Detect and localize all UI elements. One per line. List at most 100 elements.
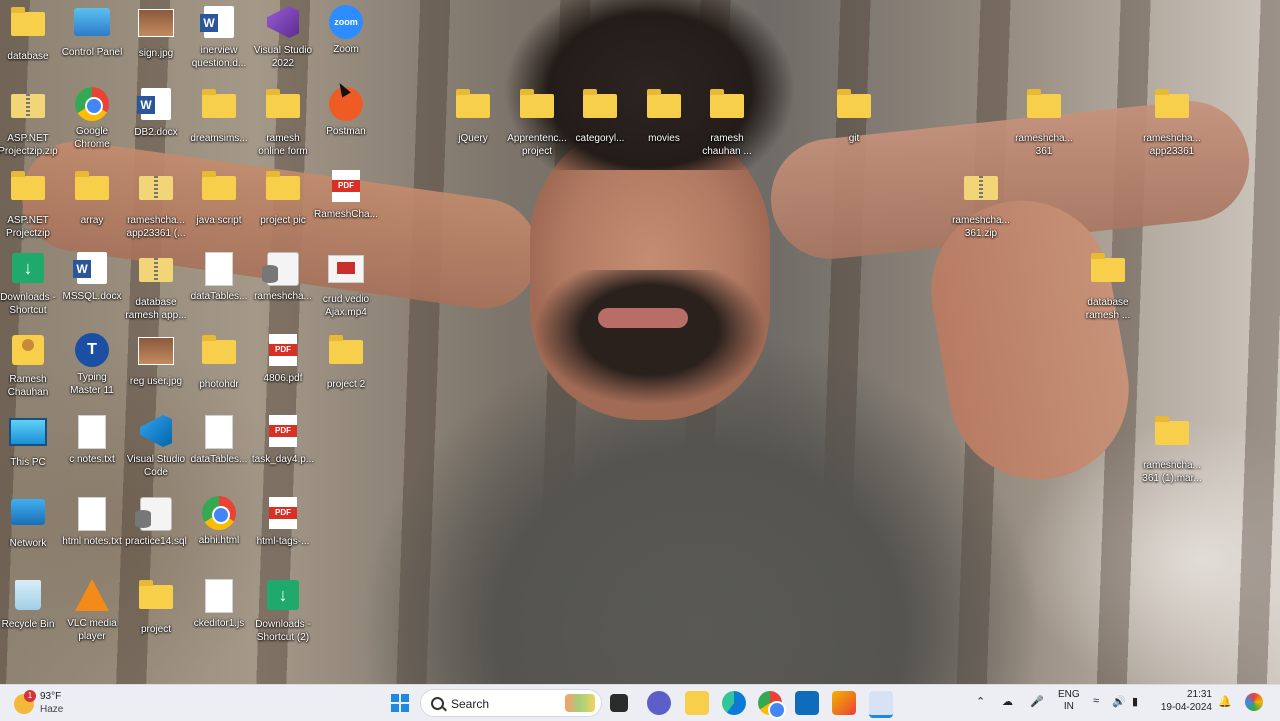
- desktop-icon[interactable]: Visual Studio 2022: [251, 4, 315, 70]
- copilot-icon[interactable]: [1245, 693, 1263, 711]
- desktop-icon-glyph: [199, 415, 239, 451]
- chrome-taskbar-icon[interactable]: [758, 691, 786, 719]
- desktop-icon[interactable]: Visual Studio Code: [124, 413, 188, 479]
- desktop-icon-glyph: [199, 6, 239, 42]
- desktop-icon[interactable]: database ramesh app...: [124, 250, 188, 322]
- desktop-icon-label: Apprentenc... project: [507, 133, 567, 157]
- desktop-icon[interactable]: jQuery: [441, 86, 505, 145]
- desktop-icon[interactable]: ↓ Downloads - Shortcut: [0, 250, 60, 317]
- desktop-icon[interactable]: dreamsims...: [187, 86, 251, 145]
- desktop-icon[interactable]: MSSQL.docx: [60, 250, 124, 303]
- desktop-icon[interactable]: zoom Zoom: [314, 4, 378, 56]
- weather-widget[interactable]: 1 93°F Haze: [10, 688, 100, 718]
- file-explorer-icon[interactable]: [685, 691, 709, 715]
- desktop-icon[interactable]: project: [124, 577, 188, 636]
- desktop-icon[interactable]: dataTables...: [187, 250, 251, 303]
- desktop-icon[interactable]: photohdr: [187, 332, 251, 391]
- desktop-icon[interactable]: Ramesh Chauhan: [0, 332, 60, 399]
- desktop-icon[interactable]: dataTables...: [187, 413, 251, 466]
- desktop-icon[interactable]: java script: [187, 168, 251, 227]
- clock-date: 19-04-2024: [1160, 702, 1212, 713]
- desktop-icon-label: DB2.docx: [134, 127, 178, 138]
- edge-icon[interactable]: [722, 691, 746, 715]
- desktop-icon[interactable]: ramesh chauhan ...: [695, 86, 759, 158]
- desktop-icon[interactable]: categoryl...: [568, 86, 632, 145]
- word-document-icon: [137, 88, 171, 120]
- system-clock[interactable]: 21:31 19-04-2024: [1161, 688, 1212, 714]
- desktop-icon[interactable]: reg user.jpg: [124, 332, 188, 388]
- desktop-icon[interactable]: c notes.txt: [60, 413, 124, 466]
- desktop-icon[interactable]: ↓ Downloads - Shortcut (2): [251, 577, 315, 644]
- desktop-icon[interactable]: rameshcha... app23361: [1140, 86, 1204, 158]
- desktop-icon[interactable]: project pic: [251, 168, 315, 227]
- desktop-icon[interactable]: rameshcha... 361.zip: [949, 168, 1013, 240]
- desktop-icon[interactable]: Network: [0, 495, 60, 550]
- desktop-icon[interactable]: ASP.NET Projectzip.zip: [0, 86, 60, 158]
- desktop-icon[interactable]: This PC: [0, 413, 60, 469]
- desktop-icon-glyph: [517, 89, 557, 130]
- desktop-icon[interactable]: rameshcha... app23361 (...: [124, 168, 188, 240]
- paint-icon[interactable]: [832, 691, 856, 715]
- desktop-icon[interactable]: DB2.docx: [124, 86, 188, 139]
- task-view-icon[interactable]: [610, 694, 628, 712]
- desktop-icon[interactable]: database: [0, 4, 60, 63]
- desktop-icon[interactable]: rameshcha...: [251, 250, 315, 303]
- network-icon: [11, 499, 45, 525]
- battery-icon[interactable]: ▮: [1132, 695, 1138, 708]
- chat-icon[interactable]: [647, 691, 671, 715]
- desktop-icon[interactable]: task_day4.p...: [251, 413, 315, 466]
- desktop-icon-glyph: [834, 89, 874, 130]
- snipping-tool-icon[interactable]: [869, 691, 893, 718]
- desktop-icon[interactable]: Control Panel: [60, 4, 124, 59]
- chevron-up-icon[interactable]: ⌃: [976, 695, 985, 708]
- desktop-icon[interactable]: rameshcha... 361: [1012, 86, 1076, 158]
- folder-icon: [11, 7, 45, 36]
- user-folder-icon: [12, 335, 44, 365]
- desktop-icon[interactable]: movies: [632, 86, 696, 145]
- desktop-icon[interactable]: inerview question.d...: [187, 4, 251, 70]
- desktop-icon[interactable]: sign.jpg: [124, 4, 188, 60]
- windows-logo-icon: [401, 694, 409, 702]
- desktop-icon-label: rameshcha... app23361 (...: [126, 215, 186, 239]
- onedrive-icon[interactable]: ☁: [1002, 695, 1013, 708]
- desktop-icon[interactable]: 4806.pdf: [251, 332, 315, 385]
- desktop-icon-label: Control Panel: [61, 47, 123, 58]
- desktop-icon[interactable]: rameshcha... 361 (1).mar...: [1140, 413, 1204, 485]
- image-file-icon: [138, 9, 174, 37]
- taskbar-search-box[interactable]: Search: [420, 689, 602, 717]
- desktop-icon[interactable]: html notes.txt: [60, 495, 124, 548]
- desktop-icon[interactable]: html-tags-...: [251, 495, 315, 548]
- desktop-icon[interactable]: ASP.NET Projectzip: [0, 168, 60, 240]
- language-indicator[interactable]: ENG IN: [1058, 689, 1080, 713]
- wifi-icon[interactable]: ≈: [1093, 695, 1099, 707]
- text-file-icon: [205, 252, 233, 286]
- desktop-icon[interactable]: project 2: [314, 332, 378, 391]
- desktop-icon-glyph: [326, 255, 366, 291]
- desktop-icon[interactable]: abhi.html: [187, 495, 251, 547]
- desktop-icon[interactable]: array: [60, 168, 124, 227]
- volume-icon[interactable]: 🔊: [1112, 695, 1126, 708]
- desktop-icon[interactable]: database ramesh ...: [1076, 250, 1140, 322]
- desktop-icon[interactable]: crud vedio Ajax.mp4: [314, 250, 378, 319]
- desktop-icon[interactable]: T Typing Master 11: [60, 332, 124, 397]
- desktop-icon[interactable]: ckeditor1.js: [187, 577, 251, 630]
- desktop-icon-glyph: [263, 497, 303, 533]
- store-icon[interactable]: [795, 691, 819, 715]
- desktop-icon-label: Typing Master 11: [70, 372, 114, 396]
- desktop-icon[interactable]: Recycle Bin: [0, 577, 60, 631]
- start-button[interactable]: [386, 689, 414, 717]
- desktop-icon[interactable]: Apprentenc... project: [505, 86, 569, 158]
- desktop-icon[interactable]: RameshCha...: [314, 168, 378, 221]
- desktop-icon[interactable]: practice14.sql: [124, 495, 188, 548]
- desktop-icon-label: abhi.html: [198, 535, 240, 546]
- notification-bell-icon[interactable]: 🔔: [1218, 695, 1232, 708]
- desktop-icon[interactable]: VLC media player: [60, 577, 124, 643]
- folder-icon: [1091, 253, 1125, 282]
- desktop-icon[interactable]: ramesh online form: [251, 86, 315, 158]
- folder-icon: [647, 89, 681, 118]
- desktop-icon[interactable]: git: [822, 86, 886, 145]
- folder-icon: [11, 171, 45, 200]
- desktop-icon[interactable]: Google Chrome: [60, 86, 124, 151]
- folder-icon: [710, 89, 744, 118]
- microphone-icon[interactable]: 🎤: [1030, 695, 1044, 708]
